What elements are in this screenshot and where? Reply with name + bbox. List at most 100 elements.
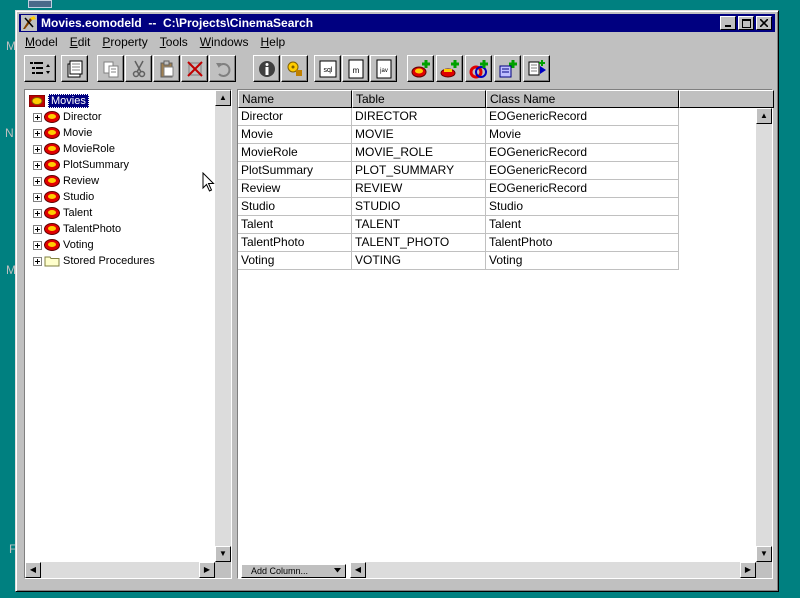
cell-table[interactable]: MOVIE: [352, 126, 486, 144]
browser-view-icon[interactable]: [61, 55, 88, 82]
menu-model[interactable]: Model: [19, 35, 64, 49]
add-attribute-icon[interactable]: [436, 55, 463, 82]
minimize-button[interactable]: [720, 16, 736, 30]
java-file-icon[interactable]: jav: [370, 55, 397, 82]
cell-class-name[interactable]: EOGenericRecord: [486, 108, 679, 126]
add-relationship-icon[interactable]: [465, 55, 492, 82]
cell-table[interactable]: MOVIE_ROLE: [352, 144, 486, 162]
tree-item-movierole[interactable]: MovieRole: [33, 141, 115, 157]
tree-item-label: Voting: [63, 239, 94, 251]
cell-table[interactable]: DIRECTOR: [352, 108, 486, 126]
expand-icon[interactable]: [33, 176, 42, 186]
column-header-class-name[interactable]: Class Name: [486, 90, 679, 108]
menu-edit[interactable]: Edit: [64, 35, 97, 49]
tree-item-stored-procedures[interactable]: Stored Procedures: [33, 253, 155, 269]
cell-name[interactable]: PlotSummary: [238, 162, 352, 180]
cell-name[interactable]: TalentPhoto: [238, 234, 352, 252]
scroll-down-arrow-icon[interactable]: ▼: [756, 546, 772, 562]
tree-vertical-scrollbar[interactable]: ▲ ▼: [215, 90, 231, 562]
paste-icon[interactable]: [153, 55, 180, 82]
cell-class-name[interactable]: TalentPhoto: [486, 234, 679, 252]
cell-class-name[interactable]: Studio: [486, 198, 679, 216]
scroll-down-arrow-icon[interactable]: ▼: [215, 546, 231, 562]
info-icon[interactable]: [253, 55, 280, 82]
expand-icon[interactable]: [33, 224, 42, 234]
menu-windows[interactable]: Windows: [194, 35, 255, 49]
tree-item-director[interactable]: Director: [33, 109, 102, 125]
tree-root-movies[interactable]: Movies: [29, 93, 89, 109]
scroll-left-arrow-icon[interactable]: ◀: [350, 562, 366, 578]
cell-table[interactable]: TALENT: [352, 216, 486, 234]
expand-icon[interactable]: [33, 208, 42, 218]
model-tree-pane[interactable]: Movies Director Movie MovieRole PlotSumm…: [24, 89, 232, 579]
expand-icon[interactable]: [33, 144, 42, 154]
add-stored-procedure-icon[interactable]: [523, 55, 550, 82]
cell-name[interactable]: Director: [238, 108, 352, 126]
scroll-right-arrow-icon[interactable]: ▶: [199, 562, 215, 578]
close-button[interactable]: [756, 16, 772, 30]
cell-table[interactable]: TALENT_PHOTO: [352, 234, 486, 252]
outline-view-icon[interactable]: [24, 55, 56, 82]
cell-class-name[interactable]: Voting: [486, 252, 679, 270]
add-fetch-spec-icon[interactable]: [494, 55, 521, 82]
menu-property[interactable]: Property: [96, 35, 153, 49]
scroll-right-arrow-icon[interactable]: ▶: [740, 562, 756, 578]
column-header-table[interactable]: Table: [352, 90, 486, 108]
tree-item-label: MovieRole: [63, 143, 115, 155]
column-header-name[interactable]: Name: [238, 90, 352, 108]
tree-item-label: Stored Procedures: [63, 255, 155, 267]
scroll-up-arrow-icon[interactable]: ▲: [215, 90, 231, 106]
expand-icon[interactable]: [33, 256, 42, 266]
tree-item-voting[interactable]: Voting: [33, 237, 94, 253]
model-icon: [29, 95, 45, 107]
tree-item-talentphoto[interactable]: TalentPhoto: [33, 221, 121, 237]
add-entity-icon[interactable]: [407, 55, 434, 82]
m-file-icon[interactable]: m: [342, 55, 369, 82]
scroll-up-arrow-icon[interactable]: ▲: [756, 108, 772, 124]
entity-table-pane[interactable]: Name Table Class Name Director DIRECTOR …: [237, 89, 774, 579]
menu-help[interactable]: Help: [254, 35, 291, 49]
cell-table[interactable]: REVIEW: [352, 180, 486, 198]
cell-class-name[interactable]: EOGenericRecord: [486, 162, 679, 180]
cell-table[interactable]: STUDIO: [352, 198, 486, 216]
tree-item-review[interactable]: Review: [33, 173, 99, 189]
cell-class-name[interactable]: EOGenericRecord: [486, 180, 679, 198]
tree-item-plotsummary[interactable]: PlotSummary: [33, 157, 129, 173]
delete-icon[interactable]: [181, 55, 208, 82]
cell-name[interactable]: Talent: [238, 216, 352, 234]
expand-icon[interactable]: [33, 192, 42, 202]
cell-name[interactable]: Review: [238, 180, 352, 198]
cell-name[interactable]: Movie: [238, 126, 352, 144]
column-header-filler: [679, 90, 774, 108]
title-bar[interactable]: Movies.eomodeld -- C:\Projects\CinemaSea…: [19, 14, 775, 32]
menu-tools[interactable]: Tools: [154, 35, 194, 49]
tree-item-studio[interactable]: Studio: [33, 189, 94, 205]
expand-icon[interactable]: [33, 112, 42, 122]
cell-class-name[interactable]: Movie: [486, 126, 679, 144]
maximize-button[interactable]: [738, 16, 754, 30]
cell-class-name[interactable]: EOGenericRecord: [486, 144, 679, 162]
copy-icon[interactable]: [97, 55, 124, 82]
tree-item-talent[interactable]: Talent: [33, 205, 92, 221]
expand-icon[interactable]: [33, 160, 42, 170]
scroll-left-arrow-icon[interactable]: ◀: [25, 562, 41, 578]
add-column-dropdown[interactable]: Add Column...: [241, 564, 346, 578]
expand-icon[interactable]: [33, 240, 42, 250]
cell-table[interactable]: VOTING: [352, 252, 486, 270]
expand-icon[interactable]: [33, 128, 42, 138]
tree-item-movie[interactable]: Movie: [33, 125, 92, 141]
table-vertical-scrollbar[interactable]: ▲ ▼: [756, 108, 772, 562]
sql-icon[interactable]: sql: [314, 55, 341, 82]
undo-icon[interactable]: [209, 55, 236, 82]
cell-table[interactable]: PLOT_SUMMARY: [352, 162, 486, 180]
tree-horizontal-scrollbar[interactable]: ◀ ▶: [25, 562, 215, 578]
cell-name[interactable]: Voting: [238, 252, 352, 270]
desktop-icon[interactable]: [28, 0, 52, 8]
cut-icon[interactable]: [125, 55, 152, 82]
key-icon[interactable]: [281, 55, 308, 82]
cell-class-name[interactable]: Talent: [486, 216, 679, 234]
cell-name[interactable]: Studio: [238, 198, 352, 216]
svg-text:m: m: [352, 66, 359, 75]
table-horizontal-scrollbar[interactable]: ◀ ▶: [350, 562, 756, 578]
cell-name[interactable]: MovieRole: [238, 144, 352, 162]
